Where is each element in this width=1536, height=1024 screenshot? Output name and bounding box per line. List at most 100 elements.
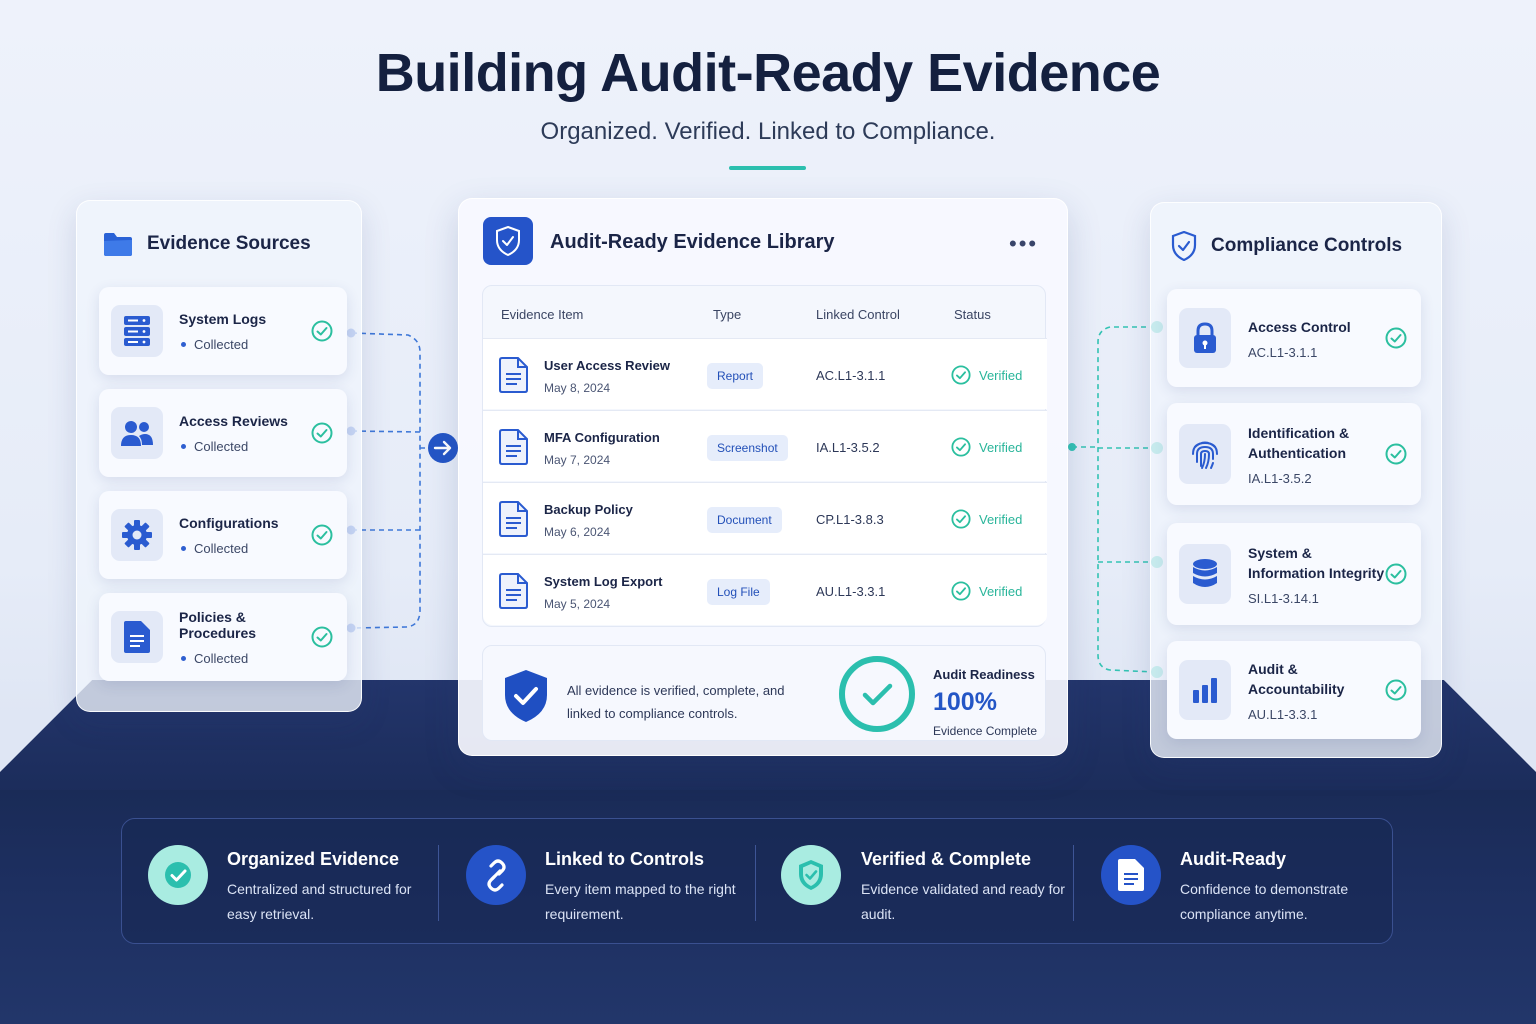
status-label: Verified <box>979 583 1023 599</box>
evidence-sources-panel: Evidence Sources System Logs Collected A… <box>76 200 362 712</box>
compliance-controls-panel: Compliance Controls Access Control AC.L1… <box>1150 202 1442 758</box>
type-badge: Report <box>707 363 764 389</box>
feature-verified-complete: Verified & Complete Evidence validated a… <box>757 819 1073 945</box>
control-label: System & Information Integrity <box>1248 544 1385 581</box>
linked-control[interactable]: IA.L1-3.5.2 <box>816 440 880 455</box>
table-row[interactable]: User Access Review May 8, 2024 Report AC… <box>483 338 1047 409</box>
control-code: AC.L1-3.1.1 <box>1248 344 1318 360</box>
source-status: Collected <box>194 336 249 352</box>
gear-icon <box>111 509 163 561</box>
feature-title: Linked to Controls <box>545 849 704 869</box>
arrow-right-icon <box>428 433 458 463</box>
feature-title: Organized Evidence <box>227 849 400 869</box>
control-code: SI.L1-3.14.1 <box>1248 590 1319 606</box>
column-header[interactable]: Linked Control <box>816 307 900 322</box>
source-card-system-logs[interactable]: System Logs Collected <box>99 287 347 375</box>
status-badge: Verified <box>951 581 1022 601</box>
linked-control[interactable]: AU.L1-3.3.1 <box>816 584 885 599</box>
source-label: System Logs <box>179 310 267 327</box>
divider <box>1073 845 1074 921</box>
readiness-message: All evidence is verified, complete, and … <box>567 683 785 721</box>
bar-chart-icon <box>1179 660 1231 720</box>
feature-description: Confidence to demonstrate compliance any… <box>1180 881 1349 922</box>
feature-linked-controls: Linked to Controls Every item mapped to … <box>440 819 756 945</box>
shield-icon <box>483 217 533 265</box>
column-header[interactable]: Type <box>713 307 741 322</box>
status-badge: Verified <box>951 509 1022 529</box>
linked-control[interactable]: AC.L1-3.1.1 <box>816 368 885 383</box>
shield-check-icon <box>1171 231 1197 261</box>
source-card-policies[interactable]: Policies & Procedures Collected <box>99 593 347 681</box>
control-label: Audit & Accountability <box>1248 660 1345 697</box>
column-header[interactable]: Status <box>954 307 991 322</box>
check-circle-icon <box>951 437 971 457</box>
source-card-configurations[interactable]: Configurations Collected <box>99 491 347 579</box>
control-label: Identification & Authentication <box>1248 424 1350 461</box>
divider <box>438 845 439 921</box>
table-row[interactable]: MFA Configuration May 7, 2024 Screenshot… <box>483 410 1047 481</box>
check-circle-icon <box>311 422 333 444</box>
document-icon <box>1101 845 1161 905</box>
source-label: Access Reviews <box>179 412 288 429</box>
check-circle-icon <box>148 845 208 905</box>
check-circle-icon <box>1385 443 1407 465</box>
document-icon <box>499 357 528 393</box>
check-circle-icon <box>311 524 333 546</box>
link-icon <box>466 845 526 905</box>
users-icon <box>111 407 163 459</box>
table-row[interactable]: Backup Policy May 6, 2024 Document CP.L1… <box>483 482 1047 553</box>
status-dot <box>181 655 186 661</box>
feature-title: Audit-Ready <box>1180 849 1287 869</box>
linked-control[interactable]: CP.L1-3.8.3 <box>816 512 884 527</box>
status-label: Verified <box>979 511 1023 527</box>
status-dot <box>181 545 186 551</box>
check-circle-icon <box>311 626 333 648</box>
status-badge: Verified <box>951 437 1022 457</box>
type-badge: Document <box>707 507 782 533</box>
checkmark-icon <box>862 683 893 706</box>
audit-readiness-card: All evidence is verified, complete, and … <box>482 645 1046 741</box>
fingerprint-icon <box>1179 424 1231 484</box>
control-card-system-integrity[interactable]: System & Information Integrity SI.L1-3.1… <box>1167 523 1421 625</box>
document-icon <box>499 429 528 465</box>
type-badge: Log File <box>707 579 770 605</box>
table-row[interactable]: System Log Export May 5, 2024 Log File A… <box>483 554 1047 625</box>
feature-title: Verified & Complete <box>861 849 1032 869</box>
feature-organized-evidence: Organized Evidence Centralized and struc… <box>122 819 438 945</box>
status-dot <box>181 443 186 449</box>
status-badge: Verified <box>951 365 1022 385</box>
readiness-progress-ring <box>839 656 915 732</box>
library-title: Audit-Ready Evidence Library <box>550 231 835 253</box>
lock-icon <box>1179 308 1231 368</box>
check-circle-icon <box>951 581 971 601</box>
status-dot <box>181 341 186 347</box>
shield-check-icon <box>781 845 841 905</box>
more-menu-button[interactable]: ••• <box>1009 231 1038 257</box>
readiness-subtext: Evidence Complete <box>933 724 1038 738</box>
source-card-access-reviews[interactable]: Access Reviews Collected <box>99 389 347 477</box>
control-card-access-control[interactable]: Access Control AC.L1-3.1.1 <box>1167 289 1421 387</box>
control-card-audit[interactable]: Audit & Accountability AU.L1-3.3.1 <box>1167 641 1421 739</box>
feature-audit-ready: Audit-Ready Confidence to demonstrate co… <box>1075 819 1393 945</box>
server-icon <box>111 305 163 357</box>
column-header[interactable]: Evidence Item <box>501 307 583 322</box>
control-card-identification[interactable]: Identification & Authentication IA.L1-3.… <box>1167 403 1421 505</box>
evidence-table: Evidence Item Type Linked Control Status… <box>482 285 1047 627</box>
features-bar: Organized Evidence Centralized and struc… <box>121 818 1393 944</box>
readiness-value: 100% <box>933 688 997 716</box>
check-circle-icon <box>1385 327 1407 349</box>
evidence-name: System Log Export <box>544 574 663 589</box>
control-code: AU.L1-3.3.1 <box>1248 706 1318 722</box>
source-label: Policies & Procedures <box>179 608 257 641</box>
compliance-controls-header: Compliance Controls <box>1171 231 1402 261</box>
source-status: Collected <box>194 438 249 454</box>
check-circle-icon <box>951 365 971 385</box>
check-circle-icon <box>1385 679 1407 701</box>
document-icon <box>499 573 528 609</box>
control-code: IA.L1-3.5.2 <box>1248 470 1312 486</box>
feature-description: Centralized and structured for easy retr… <box>227 881 412 922</box>
type-badge: Screenshot <box>707 435 788 461</box>
status-label: Verified <box>979 367 1023 383</box>
check-circle-icon <box>311 320 333 342</box>
check-circle-icon <box>951 509 971 529</box>
